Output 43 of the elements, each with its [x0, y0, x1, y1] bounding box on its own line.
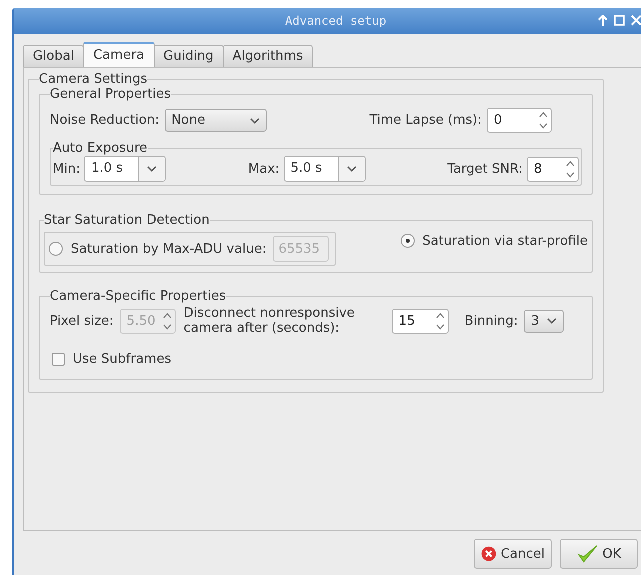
cancel-icon — [481, 544, 497, 564]
group-title: Auto Exposure — [53, 141, 148, 156]
cancel-button[interactable]: Cancel — [474, 539, 552, 569]
caret-icon — [346, 166, 357, 172]
group-title: Camera Settings — [39, 72, 148, 87]
spin-arrows-icon[interactable] — [539, 111, 548, 130]
close-icon[interactable] — [631, 15, 641, 26]
field-label: Time Lapse (ms): — [370, 113, 482, 128]
arrow-up-icon[interactable] — [598, 15, 608, 27]
maximize-icon[interactable] — [614, 15, 625, 26]
dropdown[interactable]: 3 — [524, 310, 564, 332]
tab[interactable]: Global — [23, 45, 84, 67]
field-label: Min: — [53, 162, 80, 176]
field-label: Max: — [248, 162, 280, 176]
tab[interactable]: Algorithms — [222, 45, 314, 67]
group-title: Star Saturation Detection — [44, 213, 210, 228]
field-label: Noise Reduction: — [50, 113, 160, 128]
tab[interactable]: Guiding — [154, 45, 224, 67]
checkbox-label[interactable]: Use Subframes — [73, 352, 172, 367]
group-title: General Properties — [50, 87, 172, 102]
caret-icon — [547, 318, 558, 324]
dropdown[interactable]: None — [164, 109, 267, 132]
spin-arrows-icon[interactable] — [436, 312, 445, 330]
checkmark-icon — [576, 544, 599, 564]
spin-field[interactable]: 0 — [487, 108, 552, 133]
radio-label[interactable]: Saturation via star-profile — [422, 234, 588, 248]
group-title: Camera-Specific Properties — [50, 289, 226, 304]
spin-arrows-icon[interactable] — [566, 160, 575, 178]
radio-button[interactable] — [400, 234, 415, 248]
caret-icon — [250, 118, 260, 124]
field-label: Target SNR: — [448, 162, 523, 176]
tab[interactable]: Camera — [83, 42, 155, 67]
checkbox[interactable] — [52, 353, 65, 366]
field-label: Disconnect nonresponsive camera after (seconds): — [184, 306, 356, 336]
combo-field[interactable]: 1.0 s — [84, 156, 166, 182]
caret-icon — [147, 166, 158, 172]
window-title: Advanced setup — [284, 14, 388, 28]
field-label: Pixel size: — [50, 314, 114, 328]
combo-field[interactable]: 5.0 s — [284, 156, 366, 182]
spin-field[interactable]: 8 — [527, 156, 579, 182]
ok-button[interactable]: OK — [560, 539, 638, 569]
spin-field[interactable]: 15 — [392, 308, 449, 334]
field-label: Binning: — [464, 314, 518, 328]
